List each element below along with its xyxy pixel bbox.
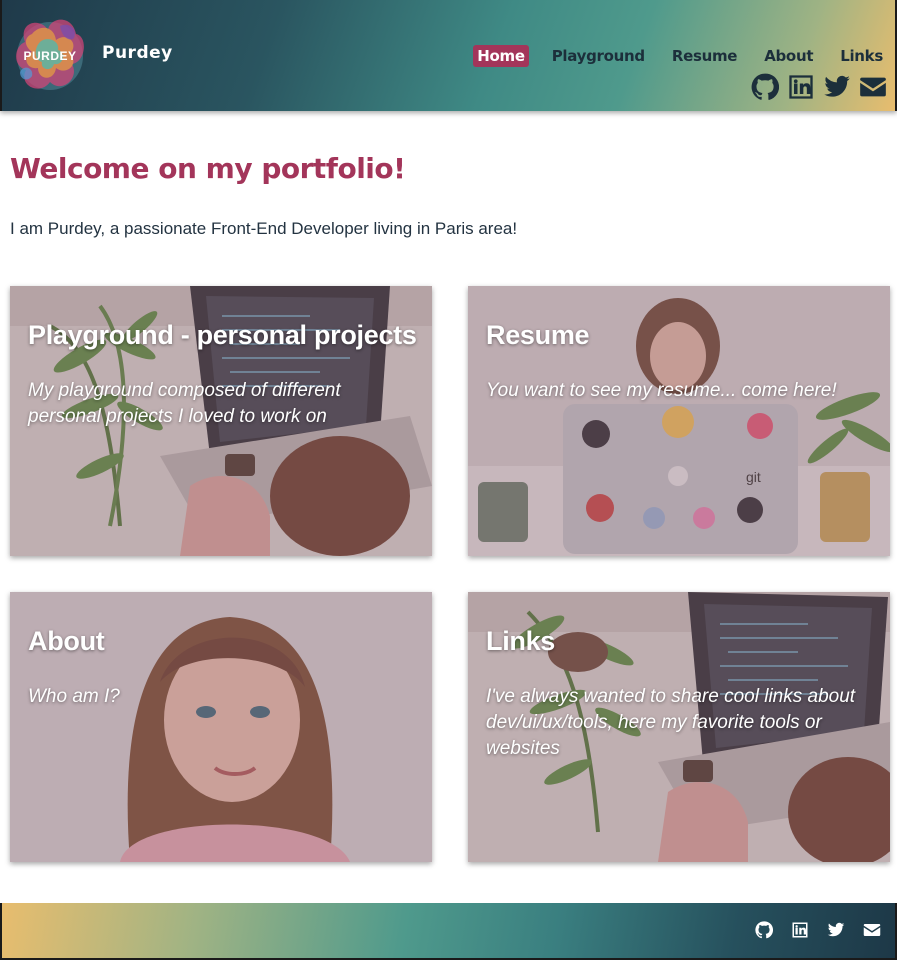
nav-home[interactable]: Home bbox=[473, 45, 529, 67]
intro-text: I am Purdey, a passionate Front-End Deve… bbox=[10, 219, 518, 238]
card-title: Playground - personal projects bbox=[28, 320, 417, 350]
card-description: You want to see my resume... come here! bbox=[486, 380, 837, 401]
nav-resume[interactable]: Resume bbox=[668, 45, 741, 67]
site-header: PURDEY Purdey Home Playground Resume Abo… bbox=[0, 0, 897, 111]
card-links[interactable]: Links I've always wanted to share cool l… bbox=[468, 592, 890, 862]
card-description: My playground composed of different pers… bbox=[28, 380, 341, 427]
footer-social-links bbox=[755, 921, 881, 939]
brand-name[interactable]: Purdey bbox=[102, 43, 173, 63]
envelope-icon[interactable] bbox=[859, 73, 887, 101]
card-playground[interactable]: Playground - personal projects My playgr… bbox=[10, 286, 432, 556]
card-title: About bbox=[28, 626, 105, 656]
envelope-icon[interactable] bbox=[863, 921, 881, 939]
header-social-links bbox=[751, 73, 887, 101]
github-icon[interactable] bbox=[751, 73, 779, 101]
card-description: I've always wanted to share cool links a… bbox=[486, 686, 856, 759]
twitter-icon[interactable] bbox=[823, 73, 851, 101]
page-title: Welcome on my portfolio! bbox=[10, 152, 406, 185]
card-description: Who am I? bbox=[28, 686, 120, 707]
nav-links[interactable]: Links bbox=[836, 45, 887, 67]
logo[interactable]: PURDEY bbox=[10, 12, 90, 98]
linkedin-icon[interactable] bbox=[791, 921, 809, 939]
github-icon[interactable] bbox=[755, 921, 773, 939]
main-nav: Home Playground Resume About Links bbox=[454, 45, 887, 67]
card-resume[interactable]: git Resume You want to see my resume... … bbox=[468, 286, 890, 556]
nav-playground[interactable]: Playground bbox=[548, 45, 649, 67]
logo-text: PURDEY bbox=[23, 49, 76, 63]
twitter-icon[interactable] bbox=[827, 921, 845, 939]
linkedin-icon[interactable] bbox=[787, 73, 815, 101]
card-about[interactable]: About Who am I? bbox=[10, 592, 432, 862]
nav-about[interactable]: About bbox=[760, 45, 817, 67]
card-title: Resume bbox=[486, 320, 590, 350]
site-footer bbox=[0, 903, 897, 960]
card-title: Links bbox=[486, 626, 556, 656]
